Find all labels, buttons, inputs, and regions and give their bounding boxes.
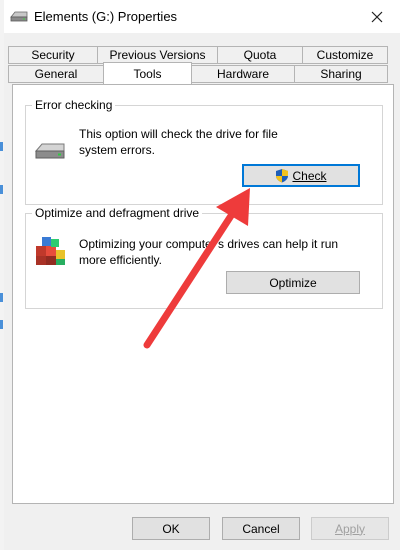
cancel-button[interactable]: Cancel <box>222 517 300 540</box>
defrag-icon <box>36 237 65 265</box>
optimize-button[interactable]: Optimize <box>226 271 360 294</box>
apply-button[interactable]: Apply <box>311 517 389 540</box>
tab-quota[interactable]: Quota <box>217 46 303 64</box>
ok-button[interactable]: OK <box>132 517 210 540</box>
desktop-marker <box>0 320 3 329</box>
error-checking-group: Error checking This option will check th… <box>25 98 383 205</box>
optimize-title: Optimize and defragment drive <box>32 206 203 220</box>
desktop-marker <box>0 142 3 151</box>
optimize-button-label: Optimize <box>269 275 317 290</box>
apply-button-label: Apply <box>334 521 366 536</box>
tab-sharing[interactable]: Sharing <box>294 65 388 83</box>
tab-security[interactable]: Security <box>8 46 98 64</box>
optimize-group: Optimize and defragment drive Optimizing… <box>25 206 383 309</box>
check-button-label: Check <box>292 168 327 183</box>
title-bar: Elements (G:) Properties <box>4 0 400 33</box>
window-title: Elements (G:) Properties <box>34 9 178 24</box>
tab-tools[interactable]: Tools <box>103 62 192 84</box>
tools-panel: Error checking This option will check th… <box>12 84 394 504</box>
drive-icon <box>34 143 65 159</box>
close-icon <box>371 11 383 22</box>
drive-icon <box>10 11 28 22</box>
properties-dialog: Elements (G:) Properties Security Previo… <box>4 0 400 550</box>
tab-general[interactable]: General <box>8 65 104 83</box>
close-button[interactable] <box>354 0 400 33</box>
error-checking-description: This option will check the drive for fil… <box>79 127 278 157</box>
tab-customize[interactable]: Customize <box>302 46 388 64</box>
desktop-marker <box>0 293 3 302</box>
desktop-marker <box>0 185 3 194</box>
tab-hardware[interactable]: Hardware <box>191 65 295 83</box>
shield-icon <box>276 169 289 183</box>
error-checking-title: Error checking <box>32 98 116 112</box>
optimize-description: Optimizing your computer's drives can he… <box>79 237 339 267</box>
check-button[interactable]: Check <box>242 164 360 187</box>
